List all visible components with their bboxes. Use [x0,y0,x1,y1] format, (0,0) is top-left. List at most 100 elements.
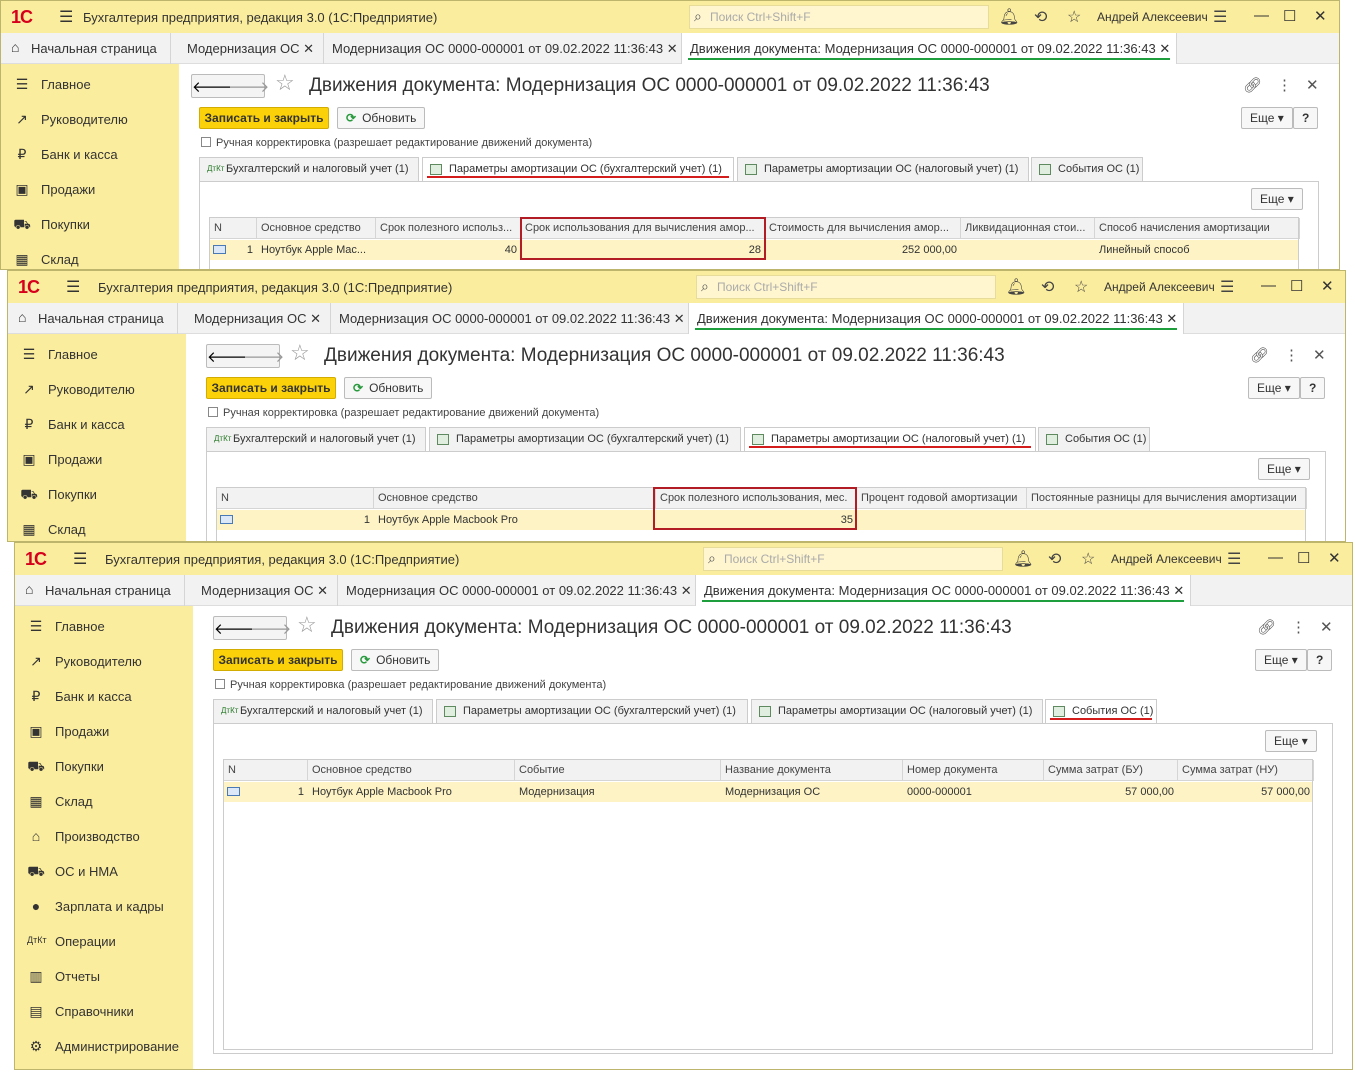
col-n[interactable]: N [210,218,257,239]
sidebar-item-manager[interactable]: ↗ Руководителю [15,643,193,678]
sidebar-item-warehouse[interactable]: ▦ Склад [15,783,193,818]
search-input[interactable]: ⌕ Поиск Ctrl+Shift+F [696,275,996,299]
more-button[interactable]: Еще ▾ [1241,107,1293,129]
forward-icon[interactable]: 🡒 [251,619,291,638]
link-icon[interactable]: 🔗︎ [1250,346,1269,364]
help-button[interactable]: ? [1300,377,1326,399]
tab-os-events[interactable]: События ОС (1) [1038,427,1150,451]
favorites-icon[interactable]: ☆ [1067,7,1081,27]
tab-depr-accounting[interactable]: Параметры амортизации ОС (бухгалтерский … [429,427,741,451]
tab-depr-tax[interactable]: Параметры амортизации ОС (налоговый учет… [751,699,1043,723]
search-input[interactable]: ⌕ Поиск Ctrl+Shift+F [689,5,989,29]
favorite-star-icon[interactable]: ☆ [297,612,317,638]
col-asset[interactable]: Основное средство [308,760,515,781]
refresh-button[interactable]: ⟳ Обновить [351,649,440,671]
col-cost[interactable]: Стоимость для вычисления амор... [765,218,961,239]
sidebar-item-main[interactable]: ☰ Главное [1,66,179,101]
history-icon[interactable]: ⟲ [1034,7,1047,27]
close-window-icon[interactable]: ✕ [1314,7,1327,25]
search-input[interactable]: ⌕ Поиск Ctrl+Shift+F [703,547,1003,571]
bell-icon[interactable]: 🔔︎ [1013,549,1033,569]
table-row[interactable]: 1 Ноутбук Apple Macbook Pro Модернизация… [224,782,1312,802]
bell-icon[interactable]: 🔔︎ [999,7,1019,27]
tab-movements[interactable]: Движения документа: Модернизация ОС 0000… [682,33,1177,64]
sidebar-item-sales[interactable]: ▣ Продажи [15,713,193,748]
tab-modernization-doc[interactable]: Модернизация ОС 0000-000001 от 09.02.202… [338,575,696,606]
tab-depr-tax[interactable]: Параметры амортизации ОС (налоговый учет… [744,427,1036,451]
table-more-button[interactable]: Еще ▾ [1258,458,1310,480]
link-icon[interactable]: 🔗︎ [1243,76,1262,94]
refresh-button[interactable]: ⟳ Обновить [337,107,426,129]
refresh-button[interactable]: ⟳ Обновить [344,377,433,399]
main-menu-icon[interactable]: ☰ [59,7,73,27]
help-button[interactable]: ? [1307,649,1333,671]
manual-correction-checkbox[interactable]: Ручная корректировка (разрешает редактир… [215,679,606,691]
tab-depr-accounting[interactable]: Параметры амортизации ОС (бухгалтерский … [422,157,734,181]
settings-menu-icon[interactable]: ☰ [1227,549,1241,569]
col-cost-nu[interactable]: Сумма затрат (НУ) [1178,760,1314,781]
sidebar-item-main[interactable]: ☰ Главное [15,608,193,643]
sidebar-item-sales[interactable]: ▣ Продажи [8,441,186,476]
col-doc-name[interactable]: Название документа [721,760,903,781]
user-name[interactable]: Андрей Алексеевич [1111,552,1222,566]
back-icon[interactable]: 🡐 [214,619,254,638]
sidebar-item-references[interactable]: ▤ Справочники [15,993,193,1028]
table-more-button[interactable]: Еще ▾ [1251,188,1303,210]
favorite-star-icon[interactable]: ☆ [275,70,295,96]
tab-os-events[interactable]: События ОС (1) [1045,699,1157,723]
minimize-icon[interactable]: — [1261,277,1276,294]
tab-home[interactable]: ⌂ Начальная страница [1,33,171,64]
sidebar-item-reports[interactable]: ▥ Отчеты [15,958,193,993]
sidebar-item-warehouse[interactable]: ▦ Склад [1,241,179,269]
forward-icon[interactable]: 🡒 [244,347,284,366]
tab-modernization-doc[interactable]: Модернизация ОС 0000-000001 от 09.02.202… [324,33,682,64]
table-more-button[interactable]: Еще ▾ [1265,730,1317,752]
save-close-button[interactable]: Записать и закрыть [206,377,336,399]
sidebar-item-manager[interactable]: ↗ Руководителю [1,101,179,136]
favorite-star-icon[interactable]: ☆ [290,340,310,366]
close-form-icon[interactable]: ✕ [1313,346,1326,364]
maximize-icon[interactable]: ☐ [1283,7,1296,25]
tab-depr-tax[interactable]: Параметры амортизации ОС (налоговый учет… [737,157,1029,181]
forward-icon[interactable]: 🡒 [229,77,269,96]
more-icon[interactable]: ⋮ [1277,76,1292,94]
save-close-button[interactable]: Записать и закрыть [213,649,343,671]
tab-home[interactable]: ⌂ Начальная страница [15,575,185,606]
sidebar-item-purchases[interactable]: ⛟ Покупки [1,206,179,241]
col-event[interactable]: Событие [515,760,721,781]
col-n[interactable]: N [217,488,374,509]
col-asset[interactable]: Основное средство [374,488,656,509]
back-icon[interactable]: 🡐 [207,347,247,366]
sidebar-item-warehouse[interactable]: ▦ Склад [8,511,186,541]
sidebar-item-payroll[interactable]: ● Зарплата и кадры [15,888,193,923]
col-asset[interactable]: Основное средство [257,218,376,239]
tab-home[interactable]: ⌂ Начальная страница [8,303,178,334]
sidebar-item-purchases[interactable]: ⛟ Покупки [15,748,193,783]
tab-modernization-doc[interactable]: Модернизация ОС 0000-000001 от 09.02.202… [331,303,689,334]
more-icon[interactable]: ⋮ [1291,618,1306,636]
tab-depr-accounting[interactable]: Параметры амортизации ОС (бухгалтерский … [436,699,748,723]
tab-movements[interactable]: Движения документа: Модернизация ОС 0000… [696,575,1191,606]
col-salvage[interactable]: Ликвидационная стои... [961,218,1095,239]
col-n[interactable]: N [224,760,308,781]
os-events-table[interactable]: N Основное средство Событие Название док… [223,759,1314,1050]
user-name[interactable]: Андрей Алексеевич [1097,10,1208,24]
favorites-icon[interactable]: ☆ [1081,549,1095,569]
sidebar-item-admin[interactable]: ⚙ Администрирование [15,1028,193,1063]
more-button[interactable]: Еще ▾ [1248,377,1300,399]
manual-correction-checkbox[interactable]: Ручная корректировка (разрешает редактир… [201,137,592,149]
sidebar-item-production[interactable]: ⌂ Производство [15,818,193,853]
main-menu-icon[interactable]: ☰ [73,549,87,569]
sidebar-item-main[interactable]: ☰ Главное [8,336,186,371]
tab-os-events[interactable]: События ОС (1) [1031,157,1143,181]
sidebar-item-operations[interactable]: ДтКт Операции [15,923,193,958]
manual-correction-checkbox[interactable]: Ручная корректировка (разрешает редактир… [208,407,599,419]
col-permanent-diff[interactable]: Постоянные разницы для вычисления аморти… [1027,488,1307,509]
settings-menu-icon[interactable]: ☰ [1213,7,1227,27]
col-annual-rate[interactable]: Процент годовой амортизации [857,488,1027,509]
sidebar-item-fixed-assets[interactable]: ⛟ ОС и НМА [15,853,193,888]
user-name[interactable]: Андрей Алексеевич [1104,280,1215,294]
tab-modernization-list[interactable]: Модернизация ОС ✕ [186,303,331,334]
more-icon[interactable]: ⋮ [1284,346,1299,364]
tab-modernization-list[interactable]: Модернизация ОС ✕ [193,575,338,606]
